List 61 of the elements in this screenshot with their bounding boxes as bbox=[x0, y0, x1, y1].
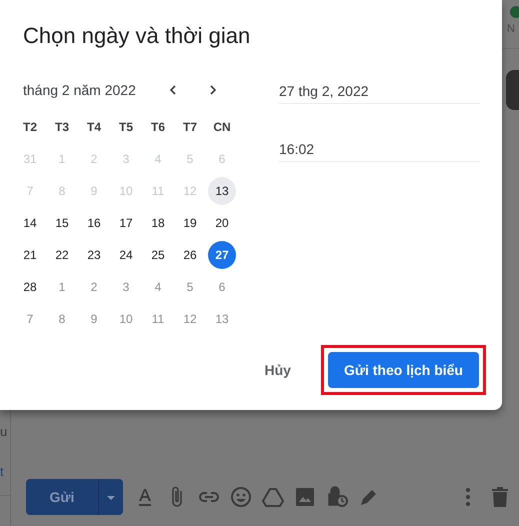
calendar-day: 11 bbox=[144, 177, 172, 205]
calendar-day[interactable]: 5 bbox=[176, 273, 204, 301]
calendar-day[interactable]: 27 bbox=[208, 241, 236, 269]
calendar-day: 31 bbox=[16, 145, 44, 173]
date-field[interactable]: 27 thg 2, 2022 bbox=[279, 78, 480, 104]
calendar-day: 8 bbox=[48, 177, 76, 205]
calendar-day: 7 bbox=[16, 177, 44, 205]
weekday-label: T4 bbox=[86, 119, 101, 136]
weekday-label: T2 bbox=[22, 119, 37, 136]
weekday-label: T6 bbox=[150, 119, 165, 136]
calendar-day: 4 bbox=[144, 145, 172, 173]
calendar-day: 10 bbox=[112, 177, 140, 205]
calendar-day[interactable]: 24 bbox=[112, 241, 140, 269]
calendar-day[interactable]: 4 bbox=[144, 273, 172, 301]
calendar-day: 3 bbox=[112, 145, 140, 173]
calendar-day[interactable]: 19 bbox=[176, 209, 204, 237]
calendar-day: 6 bbox=[208, 145, 236, 173]
calendar-day: 9 bbox=[80, 177, 108, 205]
calendar-day[interactable]: 1 bbox=[48, 273, 76, 301]
calendar-day[interactable]: 6 bbox=[208, 273, 236, 301]
calendar-day[interactable]: 10 bbox=[112, 305, 140, 333]
calendar-day[interactable]: 13 bbox=[208, 177, 236, 205]
weekday-label: T3 bbox=[54, 119, 69, 136]
dialog-title: Chọn ngày và thời gian bbox=[23, 22, 250, 50]
calendar-day[interactable]: 11 bbox=[144, 305, 172, 333]
image-icon[interactable] bbox=[293, 485, 317, 509]
calendar-day[interactable]: 21 bbox=[16, 241, 44, 269]
calendar-day[interactable]: 8 bbox=[48, 305, 76, 333]
calendar-day[interactable]: 9 bbox=[80, 305, 108, 333]
calendar-day[interactable]: 17 bbox=[112, 209, 140, 237]
weekday-label: T7 bbox=[182, 119, 197, 136]
month-label: tháng 2 năm 2022 bbox=[23, 80, 137, 100]
calendar-day: 5 bbox=[176, 145, 204, 173]
calendar-day[interactable]: 18 bbox=[144, 209, 172, 237]
trash-icon[interactable] bbox=[491, 487, 509, 507]
snippet-text: u bbox=[0, 425, 8, 438]
calendar-day[interactable]: 23 bbox=[80, 241, 108, 269]
time-field[interactable]: 16:02 bbox=[279, 136, 480, 162]
cancel-button[interactable]: Hủy bbox=[258, 352, 297, 388]
calendar-day[interactable]: 20 bbox=[208, 209, 236, 237]
calendar-day[interactable]: 25 bbox=[144, 241, 172, 269]
calendar-day[interactable]: 15 bbox=[48, 209, 76, 237]
calendar-day: 12 bbox=[176, 177, 204, 205]
calendar-day[interactable]: 16 bbox=[80, 209, 108, 237]
calendar-day[interactable]: 14 bbox=[16, 209, 44, 237]
calendar-day: 1 bbox=[48, 145, 76, 173]
schedule-send-button[interactable]: Gửi theo lịch biểu bbox=[328, 352, 479, 388]
calendar-day[interactable]: 13 bbox=[208, 305, 236, 333]
calendar-day[interactable]: 22 bbox=[48, 241, 76, 269]
calendar-day[interactable]: 2 bbox=[80, 273, 108, 301]
calendar-day[interactable]: 12 bbox=[176, 305, 204, 333]
emoji-icon[interactable] bbox=[229, 485, 253, 509]
calendar-day: 2 bbox=[80, 145, 108, 173]
calendar-day[interactable]: 7 bbox=[16, 305, 44, 333]
calendar-day[interactable]: 3 bbox=[112, 273, 140, 301]
calendar-day[interactable]: 28 bbox=[16, 273, 44, 301]
weekday-label: CN bbox=[213, 119, 231, 136]
weekday-label: T5 bbox=[118, 119, 133, 136]
send-button[interactable]: Gửi bbox=[26, 479, 123, 515]
more-options-icon[interactable] bbox=[465, 487, 471, 507]
calendar-day[interactable]: 26 bbox=[176, 241, 204, 269]
